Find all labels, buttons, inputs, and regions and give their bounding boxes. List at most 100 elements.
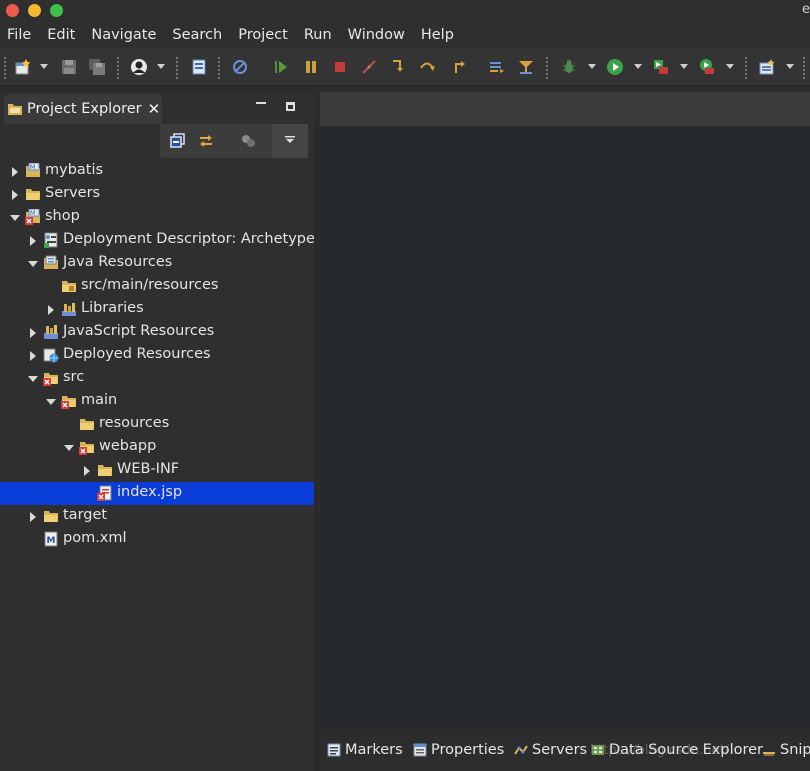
menu-edit[interactable]: Edit — [39, 22, 83, 48]
collapsed-twisty-icon[interactable] — [28, 512, 38, 522]
suspend-icon[interactable] — [302, 58, 320, 76]
resume-icon[interactable] — [272, 58, 290, 76]
new-dropdown-arrow-icon[interactable] — [40, 64, 48, 69]
save-icon[interactable] — [60, 58, 78, 76]
maximize-view-icon[interactable] — [286, 102, 295, 111]
tree-item-webapp[interactable]: webapp — [0, 436, 314, 459]
close-tab-icon[interactable]: ✕ — [148, 100, 161, 118]
tree-item-web-inf[interactable]: WEB-INF — [0, 459, 314, 482]
tab-data-source-explorer-label: Data Source Explorer — [609, 742, 764, 758]
tree-item-mybatis[interactable]: Mmybatis — [0, 160, 314, 183]
collapsed-twisty-icon[interactable] — [82, 466, 92, 476]
tree-item-servers[interactable]: Servers — [0, 183, 314, 206]
menu-search[interactable]: Search — [164, 22, 230, 48]
drop-to-frame-icon[interactable] — [488, 58, 506, 76]
profile-icon[interactable] — [130, 58, 148, 76]
collapsed-twisty-icon[interactable] — [46, 305, 56, 315]
debug-dropdown-arrow-icon[interactable] — [588, 64, 596, 69]
tree-item-index-jsp[interactable]: index.jsp — [0, 482, 314, 505]
expanded-twisty-icon[interactable] — [64, 443, 74, 453]
menu-project[interactable]: Project — [230, 22, 296, 48]
editor-tab-bar — [320, 92, 810, 126]
expanded-twisty-icon[interactable] — [28, 374, 38, 384]
window-title: e — [802, 2, 810, 17]
link-with-editor-icon[interactable] — [198, 133, 214, 149]
deployed-resources-icon — [43, 348, 59, 363]
tree-item-target[interactable]: target — [0, 505, 314, 528]
tree-item-resources[interactable]: resources — [0, 413, 314, 436]
debug-icon[interactable] — [560, 58, 578, 76]
tree-item-label: mybatis — [45, 162, 104, 178]
tree-item-label: pom.xml — [63, 530, 127, 546]
collapsed-twisty-icon[interactable] — [28, 328, 38, 338]
tab-data-source-explorer[interactable]: Data Source Explorer — [590, 742, 763, 758]
folder-error-icon — [43, 373, 58, 386]
toolbar-separator — [176, 57, 178, 79]
profile-dropdown-arrow-icon[interactable] — [157, 64, 165, 69]
snippets-icon — [763, 752, 775, 756]
run-on-server-icon[interactable] — [698, 58, 716, 76]
focus-on-active-task-icon[interactable] — [240, 133, 256, 149]
collapse-all-icon[interactable] — [170, 133, 186, 149]
tree-item-main[interactable]: main — [0, 390, 314, 413]
menu-window[interactable]: Window — [340, 22, 413, 48]
expanded-twisty-icon[interactable] — [28, 259, 38, 269]
collapsed-twisty-icon[interactable] — [28, 351, 38, 361]
run-icon[interactable] — [606, 58, 624, 76]
tree-item-label: main — [81, 392, 118, 408]
project-explorer-tab[interactable]: Project Explorer ✕ — [4, 94, 162, 124]
tab-servers[interactable]: Servers — [513, 742, 587, 758]
new-wizard-icon[interactable] — [14, 58, 32, 76]
tree-item-label: shop — [45, 208, 80, 224]
menu-help[interactable]: Help — [413, 22, 462, 48]
tree-item-javascript-resources[interactable]: JavaScript Resources — [0, 321, 314, 344]
tree-item-label: Libraries — [81, 300, 144, 316]
servers-icon — [514, 745, 528, 755]
toolbar-separator — [546, 57, 548, 79]
collapsed-twisty-icon[interactable] — [10, 190, 20, 200]
tab-markers[interactable]: Markers — [326, 742, 403, 758]
tree-item-pom-xml[interactable]: Mpom.xml — [0, 528, 314, 551]
minimize-view-icon[interactable] — [256, 102, 266, 104]
skip-breakpoints-icon[interactable] — [231, 58, 249, 76]
disconnect-icon[interactable] — [360, 58, 378, 76]
expanded-twisty-icon[interactable] — [46, 397, 56, 407]
svg-text:M: M — [47, 536, 56, 546]
step-over-icon[interactable] — [418, 58, 436, 76]
tree-item-deployed-resources[interactable]: Deployed Resources — [0, 344, 314, 367]
tree-item-deployment-descriptor-archetype-cr[interactable]: Deployment Descriptor: Archetype Cr — [0, 229, 314, 252]
run-external-tool-icon[interactable] — [652, 58, 670, 76]
view-menu-chevron-down-icon — [285, 136, 295, 143]
open-console-icon[interactable] — [190, 58, 208, 76]
minimize-window-button[interactable] — [28, 4, 41, 17]
use-step-filters-icon[interactable] — [517, 58, 535, 76]
expanded-twisty-icon[interactable] — [10, 213, 20, 223]
collapsed-twisty-icon[interactable] — [10, 167, 20, 177]
terminate-icon[interactable] — [331, 58, 349, 76]
new-server-icon[interactable] — [758, 58, 776, 76]
run-dropdown-arrow-icon[interactable] — [634, 64, 642, 69]
close-window-button[interactable] — [6, 4, 19, 17]
menu-navigate[interactable]: Navigate — [83, 22, 164, 48]
tree-item-libraries[interactable]: Libraries — [0, 298, 314, 321]
collapsed-twisty-icon[interactable] — [28, 236, 38, 246]
tree-item-java-resources[interactable]: Java Resources — [0, 252, 314, 275]
tab-properties[interactable]: Properties — [412, 742, 504, 758]
maximize-window-button[interactable] — [50, 4, 63, 17]
libraries-icon — [62, 303, 76, 316]
run-on-server-dropdown-arrow-icon[interactable] — [726, 64, 734, 69]
tab-snippets[interactable]: Snip — [761, 742, 810, 758]
tree-item-src[interactable]: src — [0, 367, 314, 390]
folder-icon — [44, 511, 58, 522]
menu-run[interactable]: Run — [296, 22, 340, 48]
view-menu-button[interactable] — [272, 124, 308, 158]
save-all-icon[interactable] — [88, 58, 106, 76]
step-return-icon[interactable] — [450, 58, 468, 76]
tree-item-src-main-resources[interactable]: src/main/resources — [0, 275, 314, 298]
project-explorer-icon — [8, 104, 22, 115]
step-into-icon[interactable] — [388, 58, 406, 76]
menu-file[interactable]: File — [0, 22, 39, 48]
external-tool-dropdown-arrow-icon[interactable] — [680, 64, 688, 69]
new-server-dropdown-arrow-icon[interactable] — [786, 64, 794, 69]
tree-item-shop[interactable]: Mshop — [0, 206, 314, 229]
